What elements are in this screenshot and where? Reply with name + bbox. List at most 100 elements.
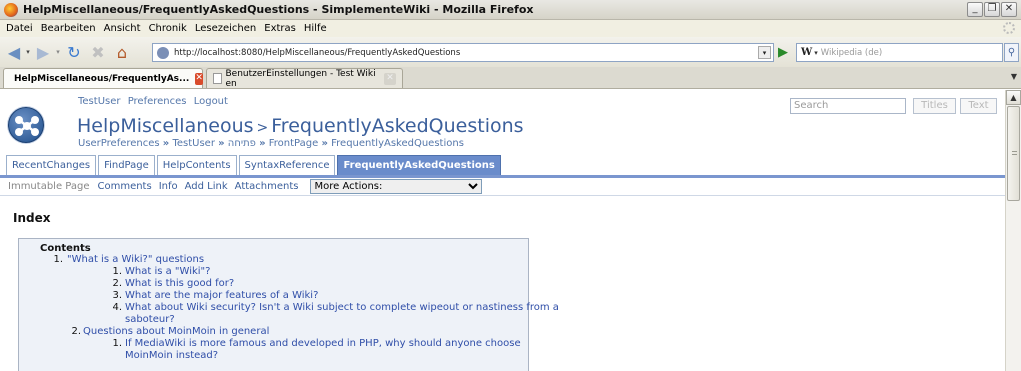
- search-icon[interactable]: ⚲: [1004, 43, 1019, 62]
- close-button[interactable]: ✕: [1001, 2, 1017, 17]
- tab-findpage[interactable]: FindPage: [98, 155, 155, 175]
- scroll-up-arrow-icon[interactable]: ▲: [1006, 90, 1021, 105]
- toc-item[interactable]: If MediaWiki is more famous and develope…: [125, 338, 521, 349]
- user-links: TestUser Preferences Logout: [78, 96, 232, 107]
- breadcrumb-item[interactable]: TestUser: [172, 138, 215, 149]
- page-actions-bar: Immutable Page Comments Info Add Link At…: [8, 178, 1005, 195]
- breadcrumb: UserPreferences » TestUser » פתיחה » Fro…: [78, 138, 464, 149]
- toc-item[interactable]: "What is a Wiki?" questions: [67, 254, 204, 265]
- thumb-grip-icon: [1012, 151, 1017, 155]
- toc-item[interactable]: Questions about MoinMoin in general: [83, 326, 269, 337]
- tab-recentchanges[interactable]: RecentChanges: [6, 155, 97, 175]
- moinmoin-logo[interactable]: [8, 107, 44, 143]
- action-attachments[interactable]: Attachments: [235, 181, 299, 192]
- toc-number: 4.: [112, 302, 122, 313]
- url-history-dropdown-icon[interactable]: ▾: [758, 46, 771, 59]
- menu-chronik[interactable]: Chronik: [149, 23, 187, 34]
- breadcrumb-separator: »: [259, 138, 266, 149]
- site-favicon: [157, 46, 169, 59]
- page-content: TestUser Preferences Logout HelpMiscella…: [0, 90, 1005, 371]
- toc-number: 1.: [112, 266, 122, 277]
- back-arrow-icon[interactable]: ◀: [4, 41, 24, 63]
- tab-label: HelpMiscellaneous/FrequentlyAs...: [14, 73, 190, 84]
- wikipedia-engine-icon[interactable]: W: [801, 47, 812, 58]
- breadcrumb-item[interactable]: UserPreferences: [78, 138, 160, 149]
- titles-button[interactable]: Titles: [913, 98, 956, 114]
- title-page-link[interactable]: FrequentlyAskedQuestions: [271, 115, 523, 137]
- user-link-testuser[interactable]: TestUser: [78, 96, 121, 107]
- breadcrumb-item[interactable]: פתיחה: [228, 138, 256, 149]
- scrollbar-thumb[interactable]: [1007, 106, 1020, 201]
- toc-number: 2.: [112, 278, 122, 289]
- actions-divider: [0, 195, 1005, 196]
- title-separator: >: [256, 120, 269, 136]
- tab-helpcontents[interactable]: HelpContents: [156, 155, 237, 175]
- tab-label: BenutzerEinstellungen - Test Wiki en: [225, 68, 376, 89]
- toc-number: 1.: [53, 254, 63, 265]
- menu-datei[interactable]: Datei: [6, 23, 33, 34]
- title-bar: HelpMiscellaneous/FrequentlyAskedQuestio…: [0, 0, 1021, 20]
- toc-item[interactable]: What is a "Wiki"?: [125, 266, 210, 277]
- menu-bar: Datei Bearbeiten Ansicht Chronik Lesezei…: [0, 20, 1021, 37]
- tab-frequentlyaskedquestions[interactable]: FrequentlyAskedQuestions: [337, 155, 501, 175]
- breadcrumb-separator: »: [162, 138, 170, 149]
- menu-ansicht[interactable]: Ansicht: [104, 23, 141, 34]
- firefox-icon: [4, 2, 18, 17]
- toc-item-continuation[interactable]: MoinMoin instead?: [125, 350, 218, 361]
- tab-syntaxreference[interactable]: SyntaxReference: [238, 155, 336, 175]
- tab-list-dropdown-icon[interactable]: ▼: [1011, 72, 1017, 81]
- immutable-page-label: Immutable Page: [8, 181, 90, 192]
- browser-search-placeholder: Wikipedia (de): [820, 47, 883, 58]
- toc-number: 1.: [112, 338, 122, 349]
- navigation-toolbar: ◀ ▾ ▶ ▾ ↻ ✖ ⌂ http://localhost:8080/Help…: [0, 37, 1021, 67]
- action-comments[interactable]: Comments: [97, 181, 151, 192]
- engine-dropdown-icon[interactable]: ▾: [814, 49, 818, 57]
- address-url: http://localhost:8080/HelpMiscellaneous/…: [174, 47, 461, 58]
- index-heading: Index: [13, 211, 51, 225]
- toc-item[interactable]: What are the major features of a Wiki?: [125, 290, 318, 301]
- stop-icon[interactable]: ✖: [86, 41, 110, 63]
- menu-lesezeichen[interactable]: Lesezeichen: [195, 23, 256, 34]
- tab-close-icon[interactable]: ✕: [383, 72, 396, 85]
- tab-strip: HelpMiscellaneous/FrequentlyAs... ✕ Benu…: [0, 67, 1021, 89]
- go-arrow-icon[interactable]: ▶: [778, 45, 788, 60]
- toc-item-continuation[interactable]: saboteur?: [125, 314, 175, 325]
- tab-benutzereinstellungen[interactable]: BenutzerEinstellungen - Test Wiki en ✕: [206, 68, 403, 89]
- address-bar[interactable]: http://localhost:8080/HelpMiscellaneous/…: [152, 43, 774, 62]
- user-link-preferences[interactable]: Preferences: [128, 96, 187, 107]
- tab-faq[interactable]: HelpMiscellaneous/FrequentlyAs... ✕: [3, 68, 203, 88]
- browser-search-box[interactable]: W ▾ Wikipedia (de): [796, 43, 1003, 62]
- window-title: HelpMiscellaneous/FrequentlyAskedQuestio…: [23, 3, 534, 16]
- more-actions-select[interactable]: More Actions:: [309, 179, 482, 194]
- menu-hilfe[interactable]: Hilfe: [304, 23, 327, 34]
- tab-close-icon[interactable]: ✕: [195, 72, 203, 85]
- title-parent-link[interactable]: HelpMiscellaneous: [77, 115, 254, 137]
- vertical-scrollbar[interactable]: ▲: [1005, 90, 1021, 371]
- wiki-search-input[interactable]: Search: [790, 98, 906, 114]
- table-of-contents: Contents 1. "What is a Wiki?" questions …: [18, 238, 559, 371]
- toc-item[interactable]: What about Wiki security? Isn't a Wiki s…: [125, 302, 559, 313]
- action-add-link[interactable]: Add Link: [185, 181, 228, 192]
- breadcrumb-item[interactable]: FrontPage: [269, 138, 319, 149]
- wiki-nav-tabs: RecentChanges FindPage HelpContents Synt…: [6, 155, 501, 175]
- menu-bearbeiten[interactable]: Bearbeiten: [41, 23, 96, 34]
- toc-item[interactable]: What is this good for?: [125, 278, 234, 289]
- home-icon[interactable]: ⌂: [110, 41, 134, 63]
- toc-number: 2.: [71, 326, 81, 337]
- menu-extras[interactable]: Extras: [264, 23, 296, 34]
- forward-arrow-icon[interactable]: ▶: [32, 41, 54, 63]
- user-link-logout[interactable]: Logout: [194, 96, 228, 107]
- toc-title: Contents: [40, 243, 91, 254]
- page-title: HelpMiscellaneous > FrequentlyAskedQuestio…: [77, 115, 524, 137]
- page-icon: [213, 73, 222, 84]
- back-history-dropdown-icon[interactable]: ▾: [24, 41, 32, 63]
- text-button[interactable]: Text: [960, 98, 997, 114]
- action-info[interactable]: Info: [159, 181, 178, 192]
- minimize-button[interactable]: _: [967, 2, 983, 17]
- maximize-button[interactable]: ❐: [984, 2, 1000, 17]
- breadcrumb-item[interactable]: FrequentlyAskedQuestions: [331, 138, 464, 149]
- breadcrumb-separator: »: [321, 138, 328, 149]
- reload-icon[interactable]: ↻: [62, 41, 86, 63]
- throbber-icon: [1003, 22, 1015, 34]
- forward-history-dropdown-icon[interactable]: ▾: [54, 41, 62, 63]
